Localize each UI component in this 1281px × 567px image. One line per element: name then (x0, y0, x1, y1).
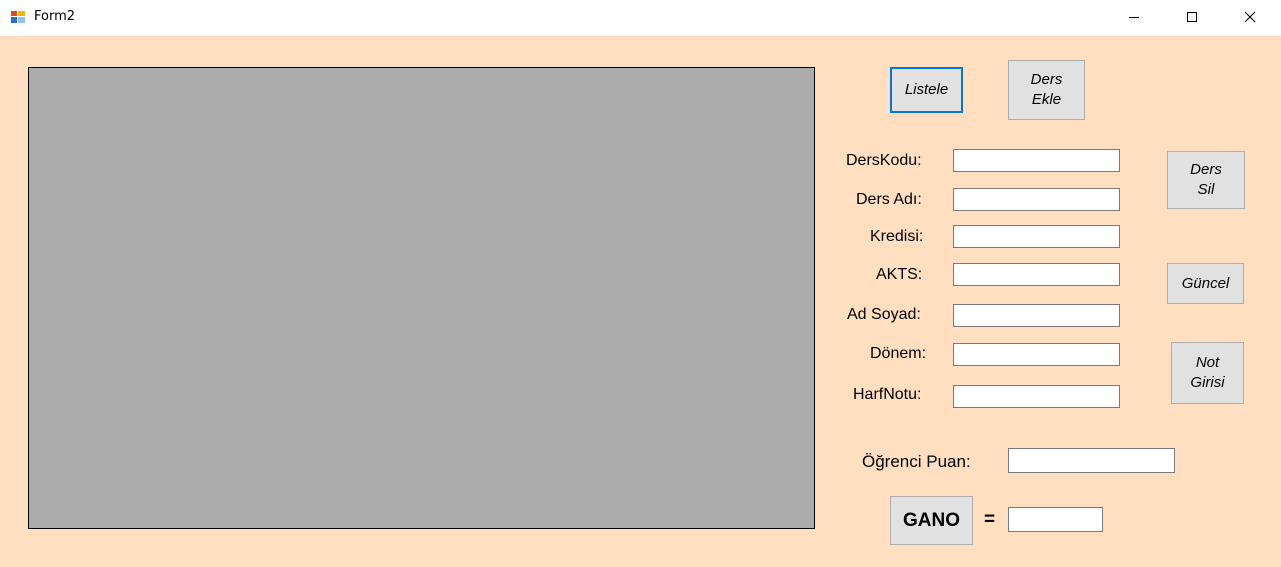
listele-button[interactable]: Listele (890, 67, 963, 113)
harf-notu-label: HarfNotu: (853, 386, 922, 403)
maximize-button[interactable] (1163, 0, 1221, 34)
close-button[interactable] (1221, 0, 1279, 34)
ders-kodu-label: DersKodu: (846, 152, 922, 169)
akts-label: AKTS: (876, 266, 923, 283)
ders-ekle-button[interactable]: Ders Ekle (1008, 60, 1085, 120)
donem-label: Dönem: (870, 345, 927, 362)
akts-field[interactable] (953, 263, 1120, 286)
minimize-icon (1129, 17, 1139, 18)
data-grid-view[interactable] (28, 67, 815, 529)
maximize-icon (1187, 12, 1197, 22)
window-title: Form2 (34, 9, 76, 24)
donem-field[interactable] (953, 343, 1120, 366)
gano-button[interactable]: GANO (890, 496, 973, 545)
ders-adi-field[interactable] (953, 188, 1120, 211)
minimize-button[interactable] (1105, 0, 1163, 34)
harf-notu-field[interactable] (953, 385, 1120, 408)
ders-kodu-field[interactable] (953, 149, 1120, 172)
ad-soyad-field[interactable] (953, 304, 1120, 327)
app-icon (11, 11, 25, 23)
ogrenci-puan-field[interactable] (1008, 448, 1175, 473)
ogrenci-puan-label: Öğrenci Puan: (862, 452, 971, 471)
gano-equals-sign: = (984, 509, 996, 530)
kredisi-label: Kredisi: (870, 228, 924, 245)
gano-result-field[interactable] (1008, 507, 1103, 532)
kredisi-field[interactable] (953, 225, 1120, 248)
ders-sil-button[interactable]: Ders Sil (1167, 151, 1245, 209)
guncel-button[interactable]: Güncel (1167, 263, 1244, 304)
not-girisi-button[interactable]: Not Girisi (1171, 342, 1244, 404)
ders-adi-label: Ders Adı: (856, 191, 922, 208)
close-icon (1244, 11, 1256, 23)
ad-soyad-label: Ad Soyad: (847, 306, 921, 323)
title-bar: Form2 (0, 0, 1281, 36)
